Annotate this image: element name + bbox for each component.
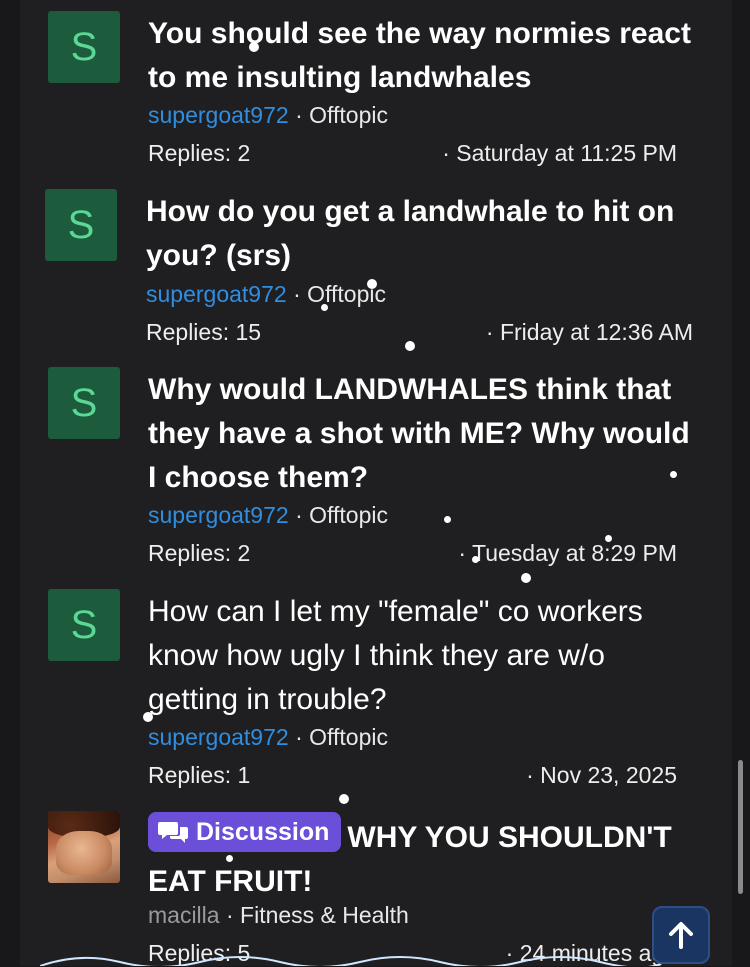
thread-meta: supergoat972 · Offtopic [148,723,388,751]
replies-count: Replies: 1 [148,762,251,788]
meta-separator: · [293,281,301,307]
avatar[interactable]: S [48,589,120,661]
thread-meta: supergoat972 · Offtopic [148,501,388,529]
thread-meta: supergoat972 · Offtopic [148,101,388,129]
meta-separator: · [295,102,303,128]
thread-meta: supergoat972 · Offtopic [146,280,386,308]
last-post-date[interactable]: · Tuesday at 8:29 PM [458,539,677,567]
last-post-date[interactable]: · Nov 23, 2025 [526,761,677,789]
avatar[interactable]: S [48,11,120,83]
last-post-date[interactable]: · Saturday at 11:25 PM [442,139,677,167]
replies-count: Replies: 5 [148,940,251,966]
avatar-letter: S [70,380,98,425]
author-link[interactable]: supergoat972 [146,281,287,307]
thread-title[interactable]: You should see the way normies react to … [148,12,708,100]
scrollbar-thumb[interactable] [738,760,743,894]
author-link[interactable]: supergoat972 [148,724,289,750]
avatar-letter: S [67,202,95,247]
meta-separator: · [225,902,234,928]
replies-count: Replies: 2 [148,140,251,166]
avatar-letter: S [70,602,98,647]
chat-bubbles-icon [158,822,188,843]
meta-separator: · [295,502,303,528]
forum-link[interactable]: Offtopic [307,281,386,307]
scroll-to-top-button[interactable] [652,906,710,964]
forum-link[interactable]: Offtopic [309,102,388,128]
badge-label: Discussion [196,818,330,846]
arrow-up-icon [669,922,693,949]
last-post-date[interactable]: · Friday at 12:36 AM [486,318,693,346]
meta-separator: · [295,724,303,750]
avatar-letter: S [70,24,98,69]
thread-title[interactable]: How do you get a landwhale to hit on you… [146,190,706,278]
forum-link[interactable]: Fitness & Health [240,902,409,928]
thread-meta: macilla · Fitness & Health [148,901,409,929]
forum-link[interactable]: Offtopic [309,724,388,750]
thread-title[interactable]: Why would LANDWHALES think that they hav… [148,368,700,500]
thread-title-row[interactable]: Discussion WHY YOU SHOULDN'T EAT FRUIT! [148,812,708,904]
forum-link[interactable]: Offtopic [309,502,388,528]
author-link[interactable]: supergoat972 [148,102,289,128]
avatar[interactable] [48,811,120,883]
author-link[interactable]: supergoat972 [148,502,289,528]
replies-count: Replies: 2 [148,540,251,566]
avatar[interactable]: S [48,367,120,439]
author-link[interactable]: macilla [148,902,220,928]
discussion-badge: Discussion [148,812,342,852]
thread-title[interactable]: How can I let my "female" co workers kno… [148,590,700,722]
avatar-photo-face [56,831,112,875]
avatar[interactable]: S [45,189,117,261]
replies-count: Replies: 15 [146,319,262,345]
